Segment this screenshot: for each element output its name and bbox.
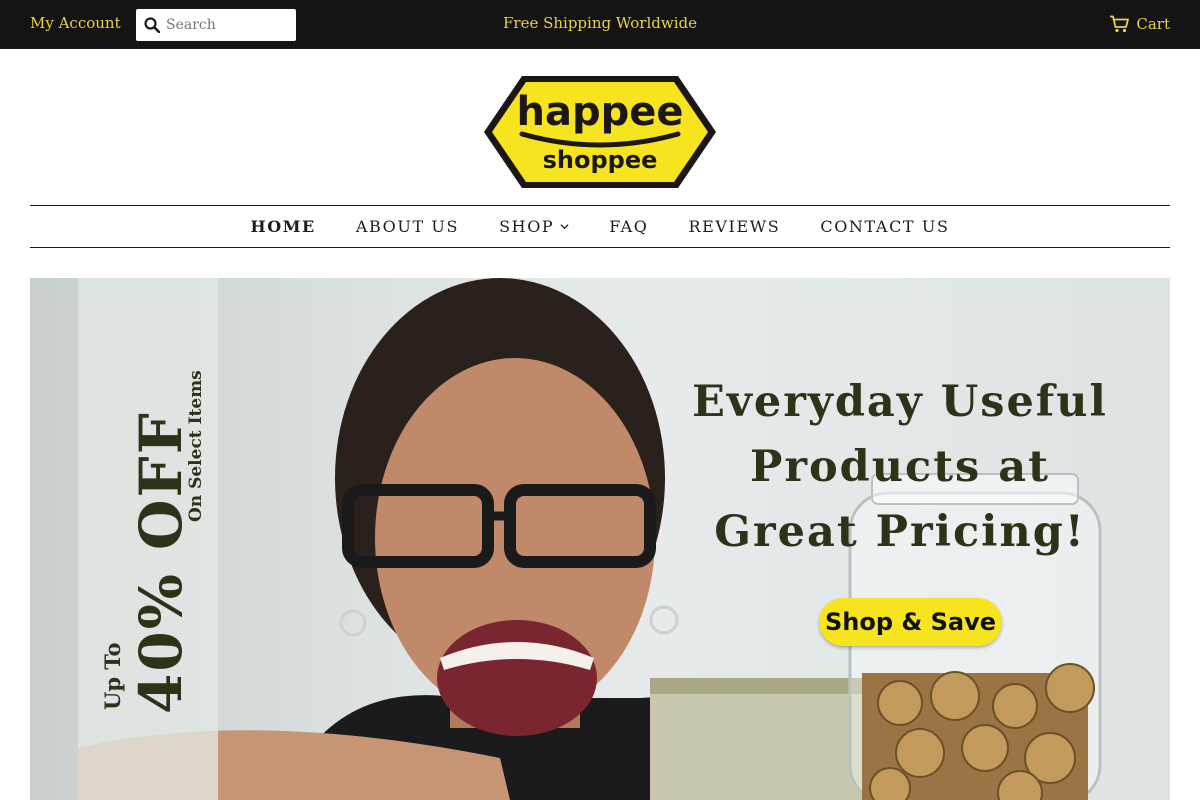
search-box[interactable] xyxy=(136,9,296,41)
announcement-bar: My Account Free Shipping Worldwide Cart xyxy=(0,0,1200,49)
headline-line: Products at xyxy=(750,442,1050,492)
hero-banner[interactable]: Up To 40% OFF On Select Items Everyday U… xyxy=(30,278,1170,800)
logo-text-happee: happee xyxy=(517,89,684,135)
promo-up-to: Up To xyxy=(100,642,125,710)
logo-text-shoppee: shoppee xyxy=(543,146,658,174)
nav-item-shop[interactable]: SHOP xyxy=(499,217,569,236)
nav-item-about-us[interactable]: ABOUT US xyxy=(356,217,459,236)
nav-item-contact-us[interactable]: CONTACT US xyxy=(820,217,949,236)
my-account-link[interactable]: My Account xyxy=(30,14,121,32)
cart-icon xyxy=(1110,15,1130,33)
promo-percent: 40% OFF xyxy=(127,411,195,714)
shop-and-save-button[interactable]: Shop & Save xyxy=(819,598,1002,646)
headline-line: Everyday Useful xyxy=(692,377,1108,427)
nav-item-shop-label: SHOP xyxy=(499,217,555,236)
nav-item-home[interactable]: HOME xyxy=(250,217,315,236)
search-input[interactable] xyxy=(166,15,290,35)
hero-headline: Everyday Useful Products at Great Pricin… xyxy=(670,370,1130,565)
site-logo[interactable]: happee shoppee xyxy=(482,70,718,194)
cart-label: Cart xyxy=(1136,15,1170,33)
headline-line: Great Pricing! xyxy=(714,507,1086,557)
main-navigation: HOME ABOUT US SHOP FAQ REVIEWS CONTACT U… xyxy=(30,205,1170,248)
nav-item-reviews[interactable]: REVIEWS xyxy=(688,217,780,236)
cart-link[interactable]: Cart xyxy=(1109,12,1170,36)
search-icon[interactable] xyxy=(144,17,160,33)
promo-select-items: On Select Items xyxy=(186,370,206,522)
chevron-down-icon xyxy=(560,224,569,230)
nav-item-faq[interactable]: FAQ xyxy=(609,217,648,236)
